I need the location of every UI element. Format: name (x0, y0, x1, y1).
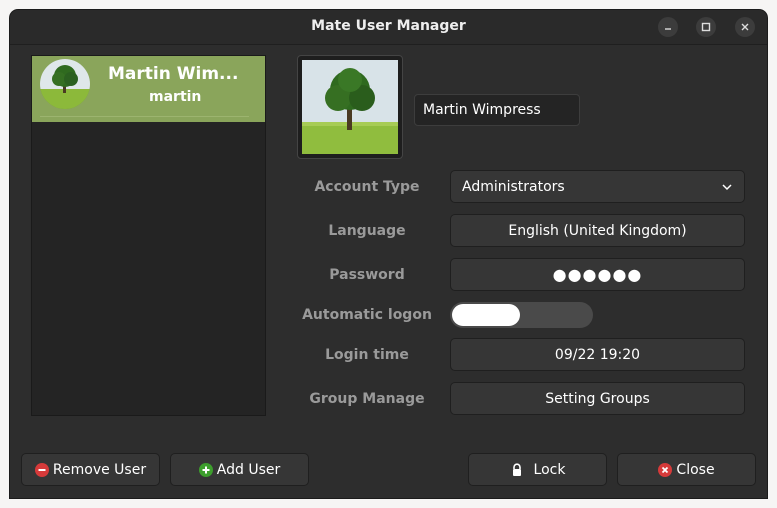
password-label: Password (329, 267, 405, 283)
title-bar[interactable]: Mate User Manager (10, 10, 767, 45)
user-login-name: martin (149, 89, 202, 105)
remove-user-button[interactable]: Remove User (21, 453, 160, 486)
close-icon (741, 23, 749, 31)
lock-icon (512, 462, 521, 476)
full-name-input[interactable] (414, 94, 580, 126)
remove-user-label: Remove User (52, 461, 147, 478)
plus-circle-icon (198, 462, 213, 477)
switch-knob (452, 304, 520, 326)
login-time-button[interactable]: 09/22 19:20 (450, 338, 745, 371)
account-type-value: Administrators (462, 178, 565, 195)
tree-avatar-image (40, 59, 90, 109)
user-list[interactable]: Martin Wim... martin (31, 55, 266, 416)
add-user-label: Add User (216, 461, 281, 478)
minus-circle-icon (34, 462, 49, 477)
account-type-label: Account Type (314, 179, 420, 195)
add-user-button[interactable]: Add User (170, 453, 309, 486)
account-type-dropdown[interactable]: Administrators (450, 170, 745, 203)
login-time-label: Login time (325, 347, 409, 363)
close-circle-icon (658, 462, 673, 477)
group-manage-label: Group Manage (309, 391, 425, 407)
setting-groups-button[interactable]: Setting Groups (450, 382, 745, 415)
automatic-logon-label: Automatic logon (302, 307, 432, 323)
minimize-icon (665, 28, 671, 30)
language-label: Language (328, 223, 406, 239)
language-value: English (United Kingdom) (508, 222, 687, 239)
setting-groups-label: Setting Groups (545, 390, 650, 407)
user-photo-button[interactable] (297, 55, 403, 159)
main-window: Mate User Manager Martin Wim... martin M… (10, 10, 767, 498)
maximize-icon (701, 22, 711, 32)
lock-button[interactable]: Lock (468, 453, 607, 486)
divider (40, 116, 249, 117)
window-title: Mate User Manager (311, 18, 466, 34)
password-value: ●●●●●● (552, 265, 643, 284)
password-button[interactable]: ●●●●●● (450, 258, 745, 291)
avatar (40, 59, 90, 109)
user-photo (302, 60, 398, 154)
chevron-down-icon (722, 184, 732, 191)
close-button[interactable]: Close (617, 453, 756, 486)
window-close-button[interactable] (735, 17, 755, 37)
login-time-value: 09/22 19:20 (554, 346, 641, 363)
close-label: Close (676, 461, 715, 478)
minimize-button[interactable] (658, 17, 678, 37)
user-display-name: Martin Wim... (108, 64, 239, 84)
maximize-button[interactable] (696, 17, 716, 37)
language-button[interactable]: English (United Kingdom) (450, 214, 745, 247)
user-list-item[interactable]: Martin Wim... martin (32, 56, 265, 122)
automatic-logon-switch[interactable] (450, 302, 593, 328)
tree-photo-image (302, 60, 398, 154)
lock-label: Lock (533, 461, 566, 478)
